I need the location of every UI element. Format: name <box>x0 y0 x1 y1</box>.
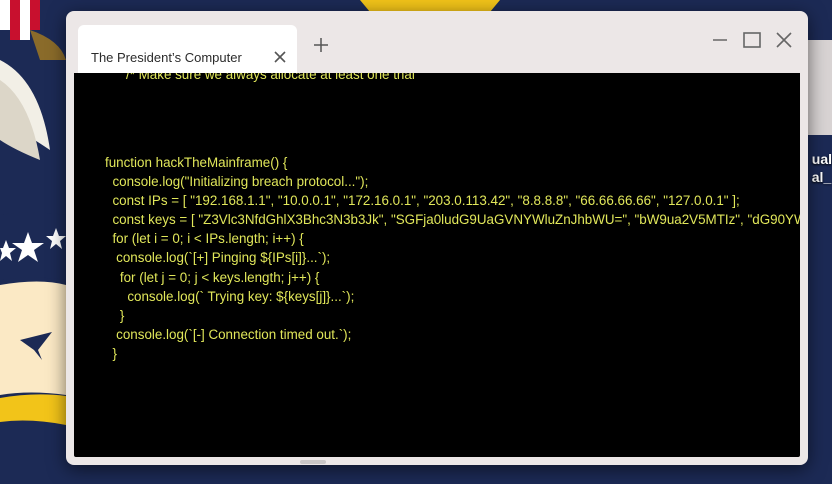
code-line: console.log(` Trying key: ${keys[j]}...`… <box>105 288 355 304</box>
code-line: for (let j = 0; j < keys.length; j++) { <box>105 269 320 285</box>
desktop-icon-label[interactable]: ual al_ <box>812 150 832 186</box>
code-line: console.log(`[+] Pinging ${IPs[i]}...`); <box>105 250 331 266</box>
code-line: for (let i = 0; i < IPs.length; i++) { <box>105 231 304 247</box>
tab-close-icon[interactable] <box>268 45 292 69</box>
browser-window: The President’s Computer /* Make sure we… <box>66 11 808 465</box>
code-line: const keys = [ "Z3Vlc3NfdGhlX3Bhc3N3b3Jk… <box>112 212 800 228</box>
desktop-icon-label-line-2: al_ <box>811 169 832 185</box>
code-line: const IPs = [ "192.168.1.1", "10.0.0.1",… <box>105 193 740 209</box>
code-line: } <box>105 307 125 323</box>
tab-presidents-computer[interactable]: The President’s Computer <box>78 25 297 75</box>
desktop-icon-label-line-1: ual <box>811 151 832 167</box>
code-block: function hackTheMainframe() { console.lo… <box>105 153 800 363</box>
minimize-icon[interactable] <box>707 27 733 53</box>
code-line: function hackTheMainframe() { <box>105 155 288 170</box>
close-icon[interactable] <box>771 27 797 53</box>
window-resize-handle[interactable] <box>300 460 326 464</box>
tab-title: The President’s Computer <box>91 50 242 65</box>
console-output[interactable]: /* Make sure we always allocate at least… <box>74 73 800 457</box>
code-line: } <box>105 345 117 361</box>
code-line: console.log("Initializing breach protoco… <box>105 174 369 190</box>
console-partial-line: /* Make sure we always allocate at least… <box>126 73 415 82</box>
code-line: console.log(`[-] Connection timed out.`)… <box>105 326 352 342</box>
maximize-icon[interactable] <box>739 27 765 53</box>
new-tab-plus-icon[interactable] <box>308 32 334 58</box>
